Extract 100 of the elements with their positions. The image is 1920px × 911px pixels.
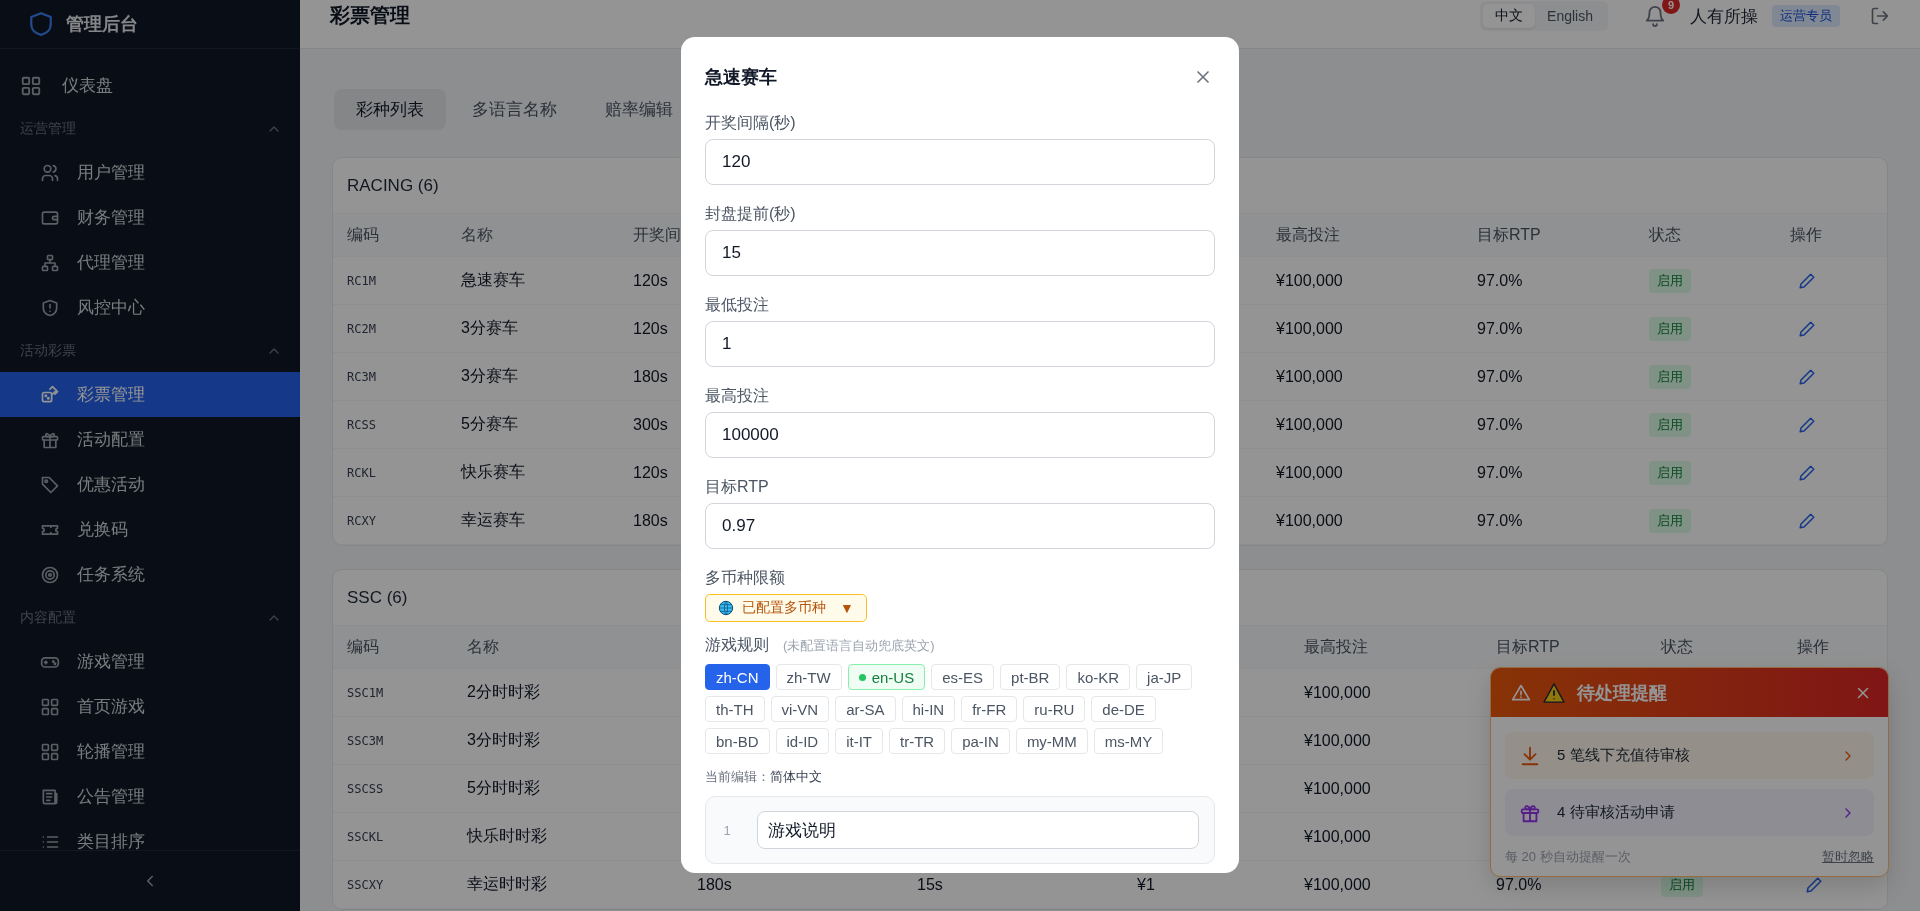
column-header: 名称 [467, 636, 499, 657]
table-cell: RCSS [347, 417, 376, 432]
dice-icon [40, 384, 60, 405]
nav-item[interactable]: 仪表盘 [0, 63, 300, 108]
tab[interactable]: 赔率编辑 [583, 89, 695, 130]
table-cell-text: 快乐时时彩 [467, 826, 547, 846]
language-chip[interactable]: ru-RU [1023, 696, 1086, 722]
dialog-title: 急速赛车 [705, 66, 777, 89]
grid-icon [40, 696, 60, 717]
input-field[interactable]: 100000 [705, 412, 1215, 458]
field-label: 多币种限额 [705, 568, 786, 588]
language-chip[interactable]: tr-TR [889, 728, 946, 754]
table-cell-text: 3分时时彩 [467, 730, 540, 750]
currency-dropdown[interactable]: 已配置多币种 ▼ [705, 594, 867, 622]
nav-item[interactable]: 财务管理 [0, 195, 300, 240]
language-chip[interactable]: ms-MY [1093, 728, 1164, 754]
language-chip[interactable]: id-ID [775, 728, 830, 754]
field-label: 游戏规则 [705, 635, 769, 655]
alert-title: 待处理提醒 [1577, 681, 1668, 705]
pencil-icon [1798, 271, 1816, 290]
tab[interactable]: 多语言名称 [450, 89, 579, 130]
tag-icon [40, 474, 60, 495]
status-tag: 启用 [1649, 268, 1691, 293]
globe-icon [718, 600, 734, 616]
language-chip[interactable]: my-MM [1015, 728, 1088, 754]
nav-item[interactable]: 优惠活动 [0, 462, 300, 507]
language-chip[interactable]: en-US [847, 664, 926, 690]
target-icon [40, 564, 60, 585]
nav-item[interactable]: 任务系统 [0, 552, 300, 597]
input-field[interactable]: 游戏说明 [757, 811, 1199, 849]
table-cell: SSCSS [347, 781, 384, 796]
language-chip[interactable]: de-DE [1091, 696, 1156, 722]
nav-item[interactable]: 游戏管理 [0, 639, 300, 684]
table-cell: 120s [633, 463, 668, 482]
page-title: 彩票管理 [330, 3, 411, 28]
table-cell: ¥100,000 [1304, 683, 1371, 702]
table-cell-text: 幸运赛车 [461, 510, 525, 530]
table-cell-text: 3分赛车 [461, 318, 518, 338]
input-field[interactable]: 1 [705, 321, 1215, 367]
column-header: 编码 [347, 224, 379, 245]
line-number: 1 [722, 822, 732, 838]
language-option[interactable]: 中文 [1483, 4, 1536, 28]
bell-icon [1644, 5, 1666, 27]
nav-item[interactable]: 轮播管理 [0, 729, 300, 774]
nav-item[interactable]: 风控中心 [0, 285, 300, 330]
nav-item[interactable]: 彩票管理 [0, 372, 300, 417]
nav-item[interactable]: 活动配置 [0, 417, 300, 462]
table-cell: ¥100,000 [1276, 415, 1343, 434]
hierarchy-icon [40, 252, 60, 273]
language-chip[interactable]: ja-JP [1136, 664, 1193, 690]
language-chip[interactable]: es-ES [931, 664, 995, 690]
language-chip[interactable]: vi-VN [770, 696, 830, 722]
language-chip[interactable]: pt-BR [1000, 664, 1061, 690]
table-cell: ¥100,000 [1276, 271, 1343, 290]
table-cell: 180s [697, 875, 732, 894]
alert-item[interactable]: 5 笔线下充值待审核 [1505, 732, 1874, 779]
language-option[interactable]: English [1535, 4, 1605, 28]
language-chip[interactable]: bn-BD [705, 728, 770, 754]
nav-item[interactable]: 类目排序 [0, 819, 300, 850]
column-header: 名称 [461, 224, 493, 245]
nav-item[interactable]: 兑换码 [0, 507, 300, 552]
table-cell: 120s [633, 271, 668, 290]
table-cell-text: 2分时时彩 [467, 682, 540, 702]
tab[interactable]: 彩种列表 [334, 89, 446, 130]
column-header: 编码 [347, 636, 379, 657]
input-field[interactable]: 15 [705, 230, 1215, 276]
table-cell: SSCKL [347, 829, 384, 844]
language-chip[interactable]: th-TH [705, 696, 765, 722]
status-tag: 启用 [1649, 316, 1691, 341]
language-chip[interactable]: hi-IN [901, 696, 956, 722]
field-label: 开奖间隔(秒) [705, 113, 797, 133]
language-chip[interactable]: ar-SA [835, 696, 896, 722]
table-cell: RC3M [347, 369, 376, 384]
input-field[interactable]: 0.97 [705, 503, 1215, 549]
nav-item[interactable]: 公告管理 [0, 774, 300, 819]
column-header: 操作 [1797, 636, 1829, 657]
nav-item[interactable]: 用户管理 [0, 150, 300, 195]
table-cell: ¥100,000 [1304, 827, 1371, 846]
table-cell: 300s [633, 415, 668, 434]
table-cell: ¥100,000 [1304, 779, 1371, 798]
dismiss-link[interactable]: 暂时忽略 [1822, 848, 1874, 866]
table-cell-text: 幸运时时彩 [467, 874, 547, 894]
language-chip[interactable]: fr-FR [961, 696, 1018, 722]
table-cell: RCXY [347, 513, 376, 528]
download-icon [1519, 744, 1541, 767]
alert-item[interactable]: 4 待审核活动申请 [1505, 789, 1874, 836]
language-chip[interactable]: zh-TW [775, 664, 842, 690]
users-icon [40, 162, 60, 183]
language-chip[interactable]: it-IT [835, 728, 884, 754]
language-chip[interactable]: zh-CN [705, 664, 770, 690]
nav-item[interactable]: 首页游戏 [0, 684, 300, 729]
input-field[interactable]: 120 [705, 139, 1215, 185]
table-cell: ¥100,000 [1304, 731, 1371, 750]
language-chip[interactable]: ko-KR [1066, 664, 1131, 690]
status-tag: 启用 [1649, 508, 1691, 533]
table-cell: RC1M [347, 273, 376, 288]
grid-icon [40, 741, 60, 762]
nav-item[interactable]: 代理管理 [0, 240, 300, 285]
user-name: 人有所操 [1690, 5, 1758, 28]
language-chip[interactable]: pa-IN [951, 728, 1010, 754]
